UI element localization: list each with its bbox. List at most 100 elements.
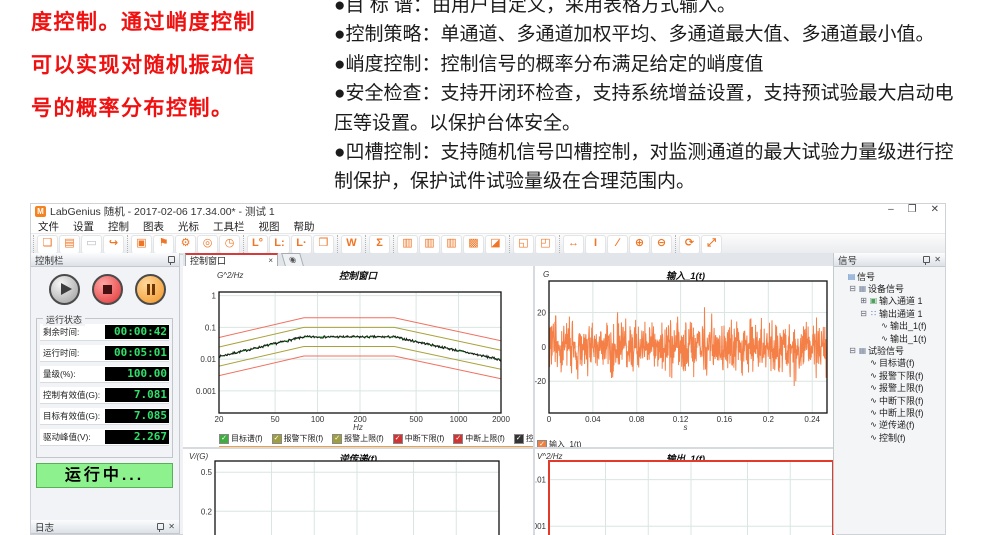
menu-图表[interactable]: 图表 [136,219,171,234]
grid-windows-1-icon[interactable]: ◱ [513,235,534,254]
tree-item-试验信号[interactable]: ⊟▦试验信号 [834,344,945,356]
status-field: 量级(%):100.00 [40,366,169,382]
menu-文件[interactable]: 文件 [31,219,66,234]
plot-surface[interactable]: 20501002005001000200010.10.010.001 [183,266,533,447]
pin-icon[interactable] [168,256,175,263]
tree-item-信号[interactable]: ▤信号 [834,270,945,282]
fit-scale-icon[interactable]: ⤢ [701,235,722,254]
menu-光标[interactable]: 光标 [171,219,206,234]
slope-cursor-icon[interactable]: ∕ [607,235,628,254]
play-icon [61,283,72,295]
tab-close-icon[interactable]: × [268,256,273,265]
zoom-out-icon[interactable]: ⊖ [651,235,672,254]
tree-item-label: 中断上限(f) [879,406,924,419]
tab-screenshot[interactable]: ◉ [281,253,304,266]
tree-item-报警下限(f)[interactable]: ∿报警下限(f) [834,369,945,381]
chart-inverse-transfer[interactable]: 逆传递(f) V/(G) 0.50.20.10.05 [183,449,533,535]
pause-button[interactable] [135,274,166,305]
signal-tree: ▤信号⊟▦设备信号⊞▣输入通道 1⊟∷输出通道 1∿输出_1(f)∿输出_1(t… [834,267,945,443]
maximize-button[interactable]: ❐ [908,204,917,215]
report-icon[interactable]: ▣ [131,235,152,254]
signal-panel-header: 信号 ✕ [834,253,945,267]
settings-gear-icon[interactable]: ⚙ [175,235,196,254]
grid-windows-2-icon[interactable]: ◰ [535,235,556,254]
export-icon[interactable]: ↪ [103,235,124,254]
pin-icon[interactable] [923,256,930,263]
tree-item-输出通道 1[interactable]: ⊟∷输出通道 1 [834,307,945,319]
flag-icon[interactable]: ⚑ [153,235,174,254]
close-button[interactable]: ✕ [931,204,939,215]
tree-item-逆传递(f)[interactable]: ∿逆传递(f) [834,419,945,431]
stop-button[interactable] [92,274,123,305]
tree-expander-icon[interactable]: ⊞ [859,296,868,305]
start-button[interactable] [49,274,80,305]
toolbar-group: ▣⚑⚙◎◷ [127,235,243,253]
tree-item-label: 控制(f) [879,431,906,444]
menu-帮助[interactable]: 帮助 [287,219,322,234]
charts-grid: 控制窗口 G^2/Hz Hz ✓目标谱(f)✓报警下限(f)✓报警上限(f)✓中… [183,266,836,534]
plot-surface[interactable]: 0.010.0010.0001 [535,449,836,535]
schedule-icon[interactable]: ◎ [197,235,218,254]
log-panel-title: 日志 [35,520,153,534]
clock-icon[interactable]: ◷ [219,235,240,254]
plot-surface[interactable]: 00.040.080.120.160.20.24200-20 [535,266,836,447]
pin-icon[interactable] [157,523,164,530]
tree-expander-icon[interactable]: ⊟ [859,309,868,318]
title-bar[interactable]: M LabGenius 随机 - 2017-02-06 17.34.00* - … [31,204,945,219]
menu-视图[interactable]: 视图 [252,219,287,234]
statistics-sigma-icon[interactable]: Σ [369,235,390,254]
svg-text:50: 50 [271,415,280,424]
copy-window-icon[interactable]: ❒ [313,235,334,254]
close-icon[interactable]: ✕ [934,256,941,264]
layout-1-icon[interactable]: ▥ [397,235,418,254]
zoom-in-icon[interactable]: ⊕ [629,235,650,254]
tree-item-输出_1(t)[interactable]: ∿输出_1(t) [834,332,945,344]
menu-工具栏[interactable]: 工具栏 [206,219,252,234]
svg-text:0.5: 0.5 [201,468,213,477]
v-cursor-icon[interactable]: I [585,235,606,254]
cursor-l3-icon[interactable]: L· [291,235,312,254]
chart-control-window[interactable]: 控制窗口 G^2/Hz Hz ✓目标谱(f)✓报警下限(f)✓报警上限(f)✓中… [183,266,533,447]
tree-expander-icon[interactable]: ⊟ [848,346,857,355]
svg-text:-20: -20 [535,377,547,386]
tree-item-报警上限(f)[interactable]: ∿报警上限(f) [834,382,945,394]
field-value-led: 7.081 [105,388,169,402]
tree-item-输出_1(f)[interactable]: ∿输出_1(f) [834,320,945,332]
tree-item-label: 输出通道 1 [879,307,923,320]
open-icon[interactable]: ▭ [81,235,102,254]
plot-surface[interactable]: 0.50.20.10.05 [183,449,533,535]
chart-output-1-f[interactable]: 输出_1(f) V^2/Hz 0.010.0010.0001 [535,449,836,535]
menu-设置[interactable]: 设置 [66,219,101,234]
layout-5-icon[interactable]: ◪ [485,235,506,254]
tree-item-目标谱(f)[interactable]: ∿目标谱(f) [834,357,945,369]
svg-text:20: 20 [215,415,224,424]
minimize-button[interactable]: – [888,204,894,215]
tab-control-window[interactable]: 控制窗口 × [185,253,278,266]
test-group-icon: ▦ [857,346,868,355]
tree-item-设备信号[interactable]: ⊟▦设备信号 [834,282,945,294]
chart-input-1-t[interactable]: 输入_1(t) G s ✓输入_1(t) 00.040.080.120.160.… [535,266,836,447]
save-icon[interactable]: ▤ [59,235,80,254]
refresh-icon[interactable]: ⟳ [679,235,700,254]
svg-text:0.1: 0.1 [205,323,217,332]
tree-item-label: 输入通道 1 [879,294,923,307]
close-icon[interactable]: ✕ [168,523,175,531]
new-file-icon[interactable]: ❏ [37,235,58,254]
tree-expander-icon[interactable]: ⊟ [848,284,857,293]
cursor-l2-icon[interactable]: L: [269,235,290,254]
tree-item-中断下限(f)[interactable]: ∿中断下限(f) [834,394,945,406]
signal-icon: ∿ [868,358,879,367]
cursor-l1-icon[interactable]: L° [247,235,268,254]
svg-text:0.08: 0.08 [629,415,645,424]
status-field: 剩余时间:00:00:42 [40,324,169,340]
tree-item-中断上限(f)[interactable]: ∿中断上限(f) [834,406,945,418]
h-cursor-icon[interactable]: ↔ [563,235,584,254]
tree-item-输入通道 1[interactable]: ⊞▣输入通道 1 [834,295,945,307]
toolbar: ❏▤▭↪▣⚑⚙◎◷L°L:L·❒WΣ▥▥▥▩◪◱◰↔I∕⊕⊖⟳⤢ [31,234,945,255]
layout-2-icon[interactable]: ▥ [419,235,440,254]
layout-4-icon[interactable]: ▩ [463,235,484,254]
tree-item-控制(f)[interactable]: ∿控制(f) [834,431,945,443]
word-export-icon[interactable]: W [341,235,362,254]
layout-3-icon[interactable]: ▥ [441,235,462,254]
menu-控制[interactable]: 控制 [101,219,136,234]
